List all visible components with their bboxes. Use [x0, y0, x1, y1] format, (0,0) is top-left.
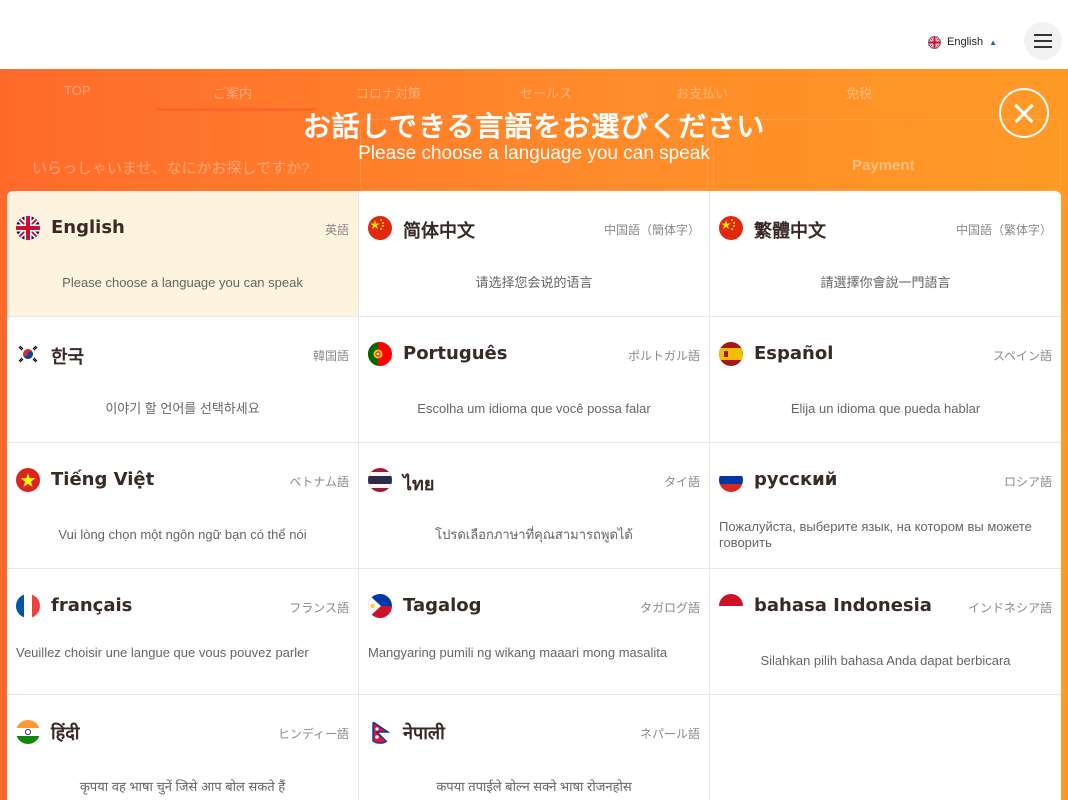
language-name: English [51, 217, 125, 238]
language-name: 한국 [51, 347, 85, 368]
language-prompt: Elija un idioma que pueda hablar [790, 401, 981, 416]
hamburger-menu-icon [1034, 34, 1052, 36]
language-option[interactable]: ไทย タイ語 โปรดเลือกภาษาที่คุณสามารถพูดได้ [359, 443, 710, 569]
language-prompt: Escolha um idioma que você possa falar [417, 401, 651, 416]
language-prompt: Please choose a language you can speak [62, 275, 303, 290]
language-option[interactable]: Português ポルトガル語 Escolha um idioma que voc… [359, 317, 710, 443]
language-name: नेपाली [403, 723, 445, 744]
ph-flag-icon [368, 594, 392, 618]
background-tab: コロナ対策 [356, 86, 422, 101]
language-name: Español [754, 343, 834, 364]
cn-flag-icon [368, 216, 392, 240]
language-prompt: โปรดเลือกภาษาที่คุณสามารถพูดได้ [435, 527, 633, 542]
hamburger-menu-button[interactable] [1024, 22, 1062, 60]
vn-flag-icon [16, 468, 40, 492]
language-prompt: कपया तपाईले बोल्न सक्ने भाषा रोजनहोस [436, 779, 632, 794]
language-name-ja: 英語 [324, 223, 349, 237]
language-modal-overlay: TOP ご案内 コロナ対策 セールス お支払い 免税 いらっしゃいませ、なにかお… [0, 69, 1068, 800]
modal-title-en: Please choose a language you can speak [358, 143, 710, 164]
language-name-ja: ロシア語 [1003, 475, 1052, 489]
language-option[interactable]: Tiếng Việt ベトナム語 Vui lòng chọn một ngôn ng… [7, 443, 359, 569]
background-tab: セールス [520, 86, 573, 101]
language-prompt: Mangyaring pumili ng wikang maaari mong … [368, 645, 668, 660]
language-name: bahasa Indonesia [754, 595, 932, 616]
language-option[interactable]: Español スペイン語 Elija un idioma que pueda ha… [710, 317, 1061, 443]
pt-flag-icon [368, 342, 392, 366]
language-option[interactable]: हिंदी ヒンディー語 कृपया वह भाषा चुनें जिसे आप ब… [7, 695, 359, 800]
caret-up-icon: ▲ [989, 37, 997, 47]
language-name-ja: インドネシア語 [967, 601, 1052, 615]
empty-cell [710, 695, 1061, 800]
modal-title-ja: お話しできる言語をお選びください [302, 110, 766, 143]
cn-flag-icon [719, 216, 743, 240]
fr-flag-icon [16, 594, 40, 618]
language-prompt: 이야기 할 언어를 선택하세요 [105, 401, 260, 416]
language-name-ja: スペイン語 [992, 349, 1052, 363]
language-name-ja: 中国語（繁体字） [955, 223, 1052, 237]
language-prompt: 请选择您会说的语言 [475, 275, 593, 290]
language-list: English 英語 Please choose a language you ca… [7, 191, 1061, 800]
language-switcher-label: English [947, 36, 984, 48]
in-flag-icon [16, 720, 40, 744]
language-name-ja: ネパール語 [639, 727, 700, 741]
language-name-ja: ポルトガル語 [627, 349, 700, 363]
language-name: français [51, 595, 133, 616]
language-name: ไทย [403, 474, 435, 495]
language-name-ja: ベトナム語 [289, 475, 349, 489]
language-option[interactable]: русский ロシア語 Пожалуйста, выберите язык, на… [710, 443, 1061, 569]
kr-flag-icon [16, 342, 40, 366]
language-prompt: Veuillez choisir une langue que vous pou… [16, 645, 309, 660]
ru-flag-icon [719, 468, 743, 492]
top-header: English ▲ [0, 0, 1068, 69]
background-tab: ご案内 [213, 86, 253, 101]
language-option[interactable]: français フランス語 Veuillez choisir une langue… [7, 569, 359, 695]
language-name: русский [754, 469, 838, 490]
language-option[interactable]: नेपाली ネパール語 कपया तपाईले बोल्न सक्ने भाषा … [359, 695, 710, 800]
language-option[interactable]: English 英語 Please choose a language you ca… [7, 191, 359, 317]
language-name: 繁體中文 [754, 221, 826, 242]
language-name-ja: ヒンディー語 [277, 727, 349, 741]
language-prompt: 請選擇你會說一門語言 [820, 275, 951, 290]
id-flag-icon [719, 594, 743, 618]
language-prompt: कृपया वह भाषा चुनें जिसे आप बोल सकते हैं [79, 779, 286, 794]
background-tab: お支払い [676, 86, 729, 101]
language-name-ja: フランス語 [289, 601, 349, 615]
background-tab: TOP [64, 83, 91, 98]
language-switcher[interactable]: English ▲ [928, 33, 997, 51]
language-prompt: Vui lòng chọn một ngôn ngữ bạn có thể nó… [58, 527, 307, 542]
language-prompt: Silahkan pilih bahasa Anda dapat berbica… [760, 653, 1011, 668]
language-name-ja: 中国語（簡体字） [603, 223, 700, 237]
close-icon[interactable] [999, 88, 1049, 138]
language-name: Tiếng Việt [51, 469, 155, 490]
language-name: Tagalog [403, 595, 482, 616]
language-option[interactable]: 한국 韓国語 이야기 할 언어를 선택하세요 [7, 317, 359, 443]
language-name: 简体中文 [403, 221, 475, 242]
th-flag-icon [368, 468, 392, 492]
np-flag-icon [368, 720, 392, 744]
background-tab: 免税 [846, 86, 873, 101]
language-prompt: Пожалуйста, выберите язык, на котором вы… [719, 519, 1032, 550]
uk-flag-icon [16, 216, 40, 240]
language-name-ja: タガログ語 [639, 601, 700, 615]
language-option[interactable]: bahasa Indonesia インドネシア語 Silahkan pilih ba… [710, 569, 1061, 695]
language-option[interactable]: 简体中文 中国語（簡体字） 请选择您会说的语言 [359, 191, 710, 317]
uk-flag-icon [928, 35, 941, 49]
language-option[interactable]: Tagalog タガログ語 Mangyaring pumili ng wikang … [359, 569, 710, 695]
background-nav: TOP ご案内 コロナ対策 セールス お支払い 免税 [0, 81, 1068, 103]
language-option[interactable]: 繁體中文 中国語（繁体字） 請選擇你會說一門語言 [710, 191, 1061, 317]
language-name: Português [403, 343, 508, 364]
es-flag-icon [719, 342, 743, 366]
language-name-ja: タイ語 [663, 475, 700, 489]
language-name: हिंदी [51, 723, 80, 744]
language-name-ja: 韓国語 [312, 349, 349, 363]
